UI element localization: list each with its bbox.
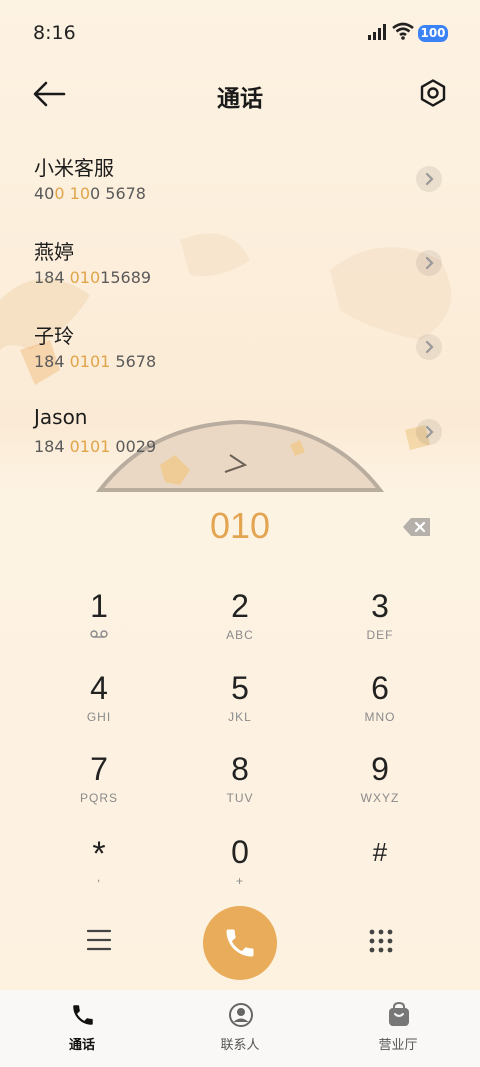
chevron-right-icon[interactable] xyxy=(416,419,442,445)
key-5[interactable]: 5 JKL xyxy=(180,670,300,740)
key-4[interactable]: 4 GHI xyxy=(39,670,159,740)
dialer-actions xyxy=(0,904,480,980)
voicemail-icon xyxy=(90,630,108,638)
nav-contacts[interactable]: 联系人 xyxy=(160,990,320,1067)
contact-item[interactable]: 燕婷 184 01015689 xyxy=(0,236,480,320)
contact-item[interactable]: 小米客服 400 100 5678 xyxy=(0,152,480,236)
chevron-right-icon[interactable] xyxy=(416,166,442,192)
contact-number: 184 01015689 xyxy=(34,268,152,287)
key-8[interactable]: 8 TUV xyxy=(180,751,300,821)
key-star[interactable]: * , xyxy=(39,836,159,906)
contact-number: 184 0101 0029 xyxy=(34,437,157,456)
contact-icon xyxy=(229,1003,253,1027)
contact-item[interactable]: 子玲 184 0101 5678 xyxy=(0,320,480,404)
status-bar: 8:16 100 xyxy=(0,0,480,66)
chevron-right-icon[interactable] xyxy=(416,334,442,360)
settings-icon[interactable] xyxy=(418,78,448,108)
key-2[interactable]: 2 ABC xyxy=(180,588,300,658)
contact-number: 184 0101 5678 xyxy=(34,352,157,371)
contact-name: 子玲 xyxy=(34,324,74,348)
key-0[interactable]: 0 + xyxy=(180,834,300,904)
wifi-icon xyxy=(392,22,414,40)
nav-store-label: 营业厅 xyxy=(378,1038,418,1053)
contact-item[interactable]: Jason 184 0101 0029 xyxy=(0,405,480,489)
app-bar: 通话 xyxy=(0,66,480,122)
status-time: 8:16 xyxy=(33,22,76,44)
phone-icon xyxy=(73,1005,93,1025)
page-title: 通话 xyxy=(217,86,263,112)
call-button[interactable] xyxy=(203,906,277,980)
chevron-right-icon[interactable] xyxy=(416,250,442,276)
backspace-icon[interactable] xyxy=(402,517,432,537)
key-3[interactable]: 3 DEF xyxy=(320,588,440,658)
bottom-navigation: 通话 联系人 营业厅 xyxy=(0,990,480,1067)
contact-name: 小米客服 xyxy=(34,156,114,180)
contact-name: Jason xyxy=(34,405,88,429)
dial-input-row: 010 xyxy=(0,505,480,555)
nav-store[interactable]: 营业厅 xyxy=(318,990,478,1067)
nav-calls-label: 通话 xyxy=(68,1038,95,1053)
contact-name: 燕婷 xyxy=(34,240,74,264)
key-9[interactable]: 9 WXYZ xyxy=(320,751,440,821)
nav-contacts-label: 联系人 xyxy=(220,1038,260,1053)
key-hash[interactable]: # xyxy=(320,834,440,904)
nav-calls[interactable]: 通话 xyxy=(2,990,162,1067)
key-1[interactable]: 1 xyxy=(39,588,159,658)
battery-indicator: 100 xyxy=(418,25,448,42)
phone-handset-icon xyxy=(226,929,254,957)
key-7[interactable]: 7 PQRS xyxy=(39,751,159,821)
keypad-grid-icon[interactable] xyxy=(368,928,394,954)
signal-icon xyxy=(368,24,386,40)
menu-icon[interactable] xyxy=(86,928,112,952)
key-6[interactable]: 6 MNO xyxy=(320,670,440,740)
contact-number: 400 100 5678 xyxy=(34,184,146,203)
shop-bag-icon xyxy=(389,1002,409,1026)
